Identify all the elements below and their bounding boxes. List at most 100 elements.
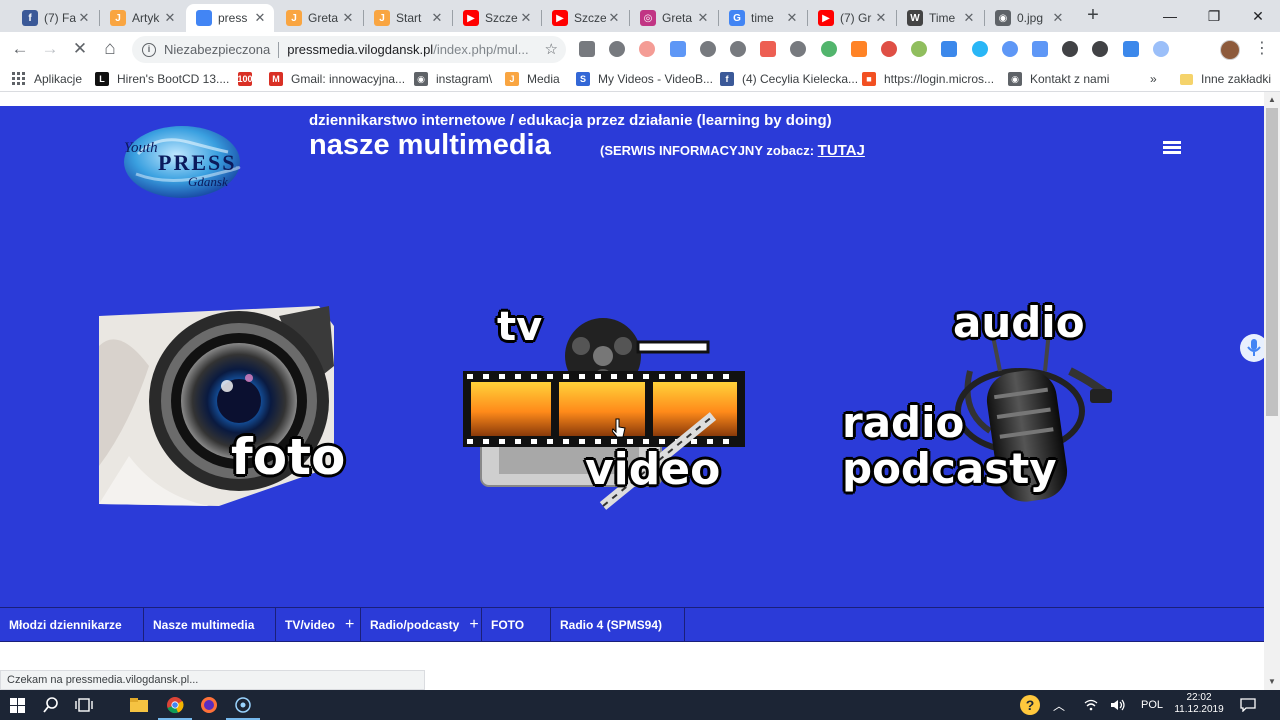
file-explorer-icon[interactable] bbox=[128, 694, 150, 716]
menu-item[interactable]: TV/video + bbox=[276, 608, 361, 641]
task-view-icon[interactable] bbox=[73, 694, 95, 716]
scroll-up-arrow-icon[interactable]: ▲ bbox=[1264, 92, 1280, 108]
heart-icon[interactable] bbox=[760, 41, 777, 57]
menu-item[interactable]: Radio 4 (SPMS94) bbox=[551, 608, 685, 641]
bookmark-item[interactable]: 100 bbox=[237, 70, 260, 88]
close-tab-icon[interactable]: ✕ bbox=[1050, 10, 1066, 26]
new-tab-button[interactable]: + bbox=[1083, 5, 1103, 26]
back-button[interactable]: ← bbox=[8, 37, 32, 61]
save-icon[interactable] bbox=[881, 41, 897, 57]
monitor-icon[interactable] bbox=[911, 41, 928, 57]
language-indicator[interactable]: POL bbox=[1141, 690, 1163, 720]
profile-avatar[interactable] bbox=[1220, 40, 1240, 60]
close-window-button[interactable]: ✕ bbox=[1236, 0, 1280, 32]
windows-start-icon[interactable] bbox=[6, 694, 28, 716]
close-tab-icon[interactable]: ✕ bbox=[252, 10, 268, 26]
close-tab-icon[interactable]: ✕ bbox=[162, 10, 178, 26]
browser-tab[interactable]: W Time ✕ bbox=[897, 4, 983, 32]
help-icon[interactable]: ? bbox=[1020, 690, 1040, 720]
chrome-taskbar-icon[interactable] bbox=[158, 694, 192, 720]
tv-label[interactable]: tv bbox=[497, 304, 542, 350]
info-icon[interactable]: i bbox=[142, 42, 156, 57]
bookmark-item[interactable]: L Hiren's BootCD 13.... bbox=[95, 70, 229, 88]
close-tab-icon[interactable]: ✕ bbox=[76, 10, 92, 26]
menu-item[interactable]: FOTO bbox=[482, 608, 551, 641]
loading-icon[interactable] bbox=[1152, 41, 1169, 57]
tutaj-link[interactable]: TUTAJ bbox=[818, 142, 865, 159]
browser-tab[interactable]: Gtime ✕ bbox=[719, 4, 806, 32]
chat-icon[interactable] bbox=[941, 41, 958, 57]
podcasty-label[interactable]: podcasty bbox=[842, 444, 1057, 493]
extension-icon[interactable] bbox=[730, 41, 746, 57]
menu-item[interactable]: Radio/podcasty + bbox=[361, 608, 482, 641]
app-taskbar-icon[interactable] bbox=[226, 694, 260, 720]
taskbar-clock[interactable]: 22:02 11.12.2019 bbox=[1170, 692, 1228, 716]
calendar-icon[interactable] bbox=[639, 41, 656, 57]
vpn-icon[interactable] bbox=[1062, 41, 1079, 57]
home-button[interactable]: ⌂ bbox=[98, 37, 122, 61]
close-tab-icon[interactable]: ✕ bbox=[961, 10, 977, 26]
bookmark-item[interactable]: J Media bbox=[505, 70, 560, 88]
video-label[interactable]: video bbox=[585, 444, 720, 495]
close-tab-icon[interactable]: ✕ bbox=[784, 10, 800, 26]
bookmark-item[interactable]: S My Videos - VideoB... bbox=[576, 70, 713, 88]
minimize-button[interactable]: — bbox=[1148, 0, 1192, 32]
browser-tab[interactable]: press ✕ bbox=[186, 4, 274, 32]
wifi-icon[interactable] bbox=[1084, 690, 1098, 720]
bookmark-item[interactable]: M Gmail: innowacyjna... bbox=[269, 70, 405, 88]
download-icon[interactable] bbox=[699, 41, 716, 57]
forward-button[interactable]: → bbox=[38, 37, 62, 61]
browser-tab[interactable]: J Start ✕ bbox=[364, 4, 451, 32]
volume-icon[interactable] bbox=[1110, 690, 1126, 720]
close-tab-icon[interactable]: ✕ bbox=[695, 10, 711, 26]
alert-icon[interactable] bbox=[850, 41, 867, 57]
browser-tab[interactable]: f (7) Fa ✕ bbox=[12, 4, 98, 32]
search-icon[interactable] bbox=[40, 694, 62, 716]
menu-item[interactable]: Nasze multimedia bbox=[144, 608, 276, 641]
bookmarks-overflow-button[interactable]: » bbox=[1150, 70, 1157, 88]
browser-tab[interactable]: J Artyk ✕ bbox=[100, 4, 184, 32]
restore-button[interactable]: ❐ bbox=[1192, 0, 1236, 32]
lt-icon[interactable] bbox=[1092, 41, 1109, 57]
bookmark-item[interactable]: ◉ Kontakt z nami bbox=[1008, 70, 1109, 88]
expand-plus-icon[interactable]: + bbox=[469, 616, 478, 634]
page-scrollbar[interactable]: ▲ ▼ bbox=[1264, 92, 1280, 690]
camera-icon[interactable] bbox=[609, 41, 626, 57]
tray-chevron-up-icon[interactable]: ︿ bbox=[1053, 690, 1065, 720]
bookmark-item[interactable]: ■ https://login.micros... bbox=[862, 70, 994, 88]
scrollbar-thumb[interactable] bbox=[1266, 108, 1278, 416]
notifications-icon[interactable] bbox=[1240, 690, 1256, 720]
mic-icon[interactable] bbox=[1032, 41, 1048, 57]
scroll-down-arrow-icon[interactable]: ▼ bbox=[1264, 674, 1280, 690]
reader-icon[interactable] bbox=[579, 41, 595, 57]
hamburger-menu-icon[interactable] bbox=[1163, 141, 1181, 155]
close-tab-icon[interactable]: ✕ bbox=[429, 10, 445, 26]
audio-label[interactable]: audio bbox=[953, 298, 1085, 347]
browser-tab[interactable]: ◎ Greta ✕ bbox=[630, 4, 717, 32]
b-icon[interactable] bbox=[1001, 41, 1018, 57]
other-bookmarks[interactable]: Inne zakładki bbox=[1180, 70, 1271, 88]
pocket-icon[interactable] bbox=[790, 41, 807, 57]
close-tab-icon[interactable]: ✕ bbox=[873, 10, 889, 26]
menu-item[interactable]: Młodzi dziennikarze bbox=[0, 608, 144, 641]
bookmark-item[interactable]: f (4) Cecylia Kielecka... bbox=[720, 70, 858, 88]
bookmark-item[interactable]: ◉ instagram\ bbox=[414, 70, 492, 88]
youth-press-logo[interactable]: Youth PRESS Gdansk bbox=[118, 124, 248, 200]
browser-tab[interactable]: ▶ Szcze ✕ bbox=[453, 4, 540, 32]
site-title[interactable]: nasze multimedia bbox=[309, 129, 551, 162]
translate-icon[interactable] bbox=[971, 41, 988, 57]
screenshot-icon[interactable] bbox=[669, 41, 686, 57]
close-tab-icon[interactable]: ✕ bbox=[518, 10, 534, 26]
foto-label[interactable]: foto bbox=[231, 428, 345, 486]
close-tab-icon[interactable]: ✕ bbox=[606, 10, 622, 26]
bookmark-item[interactable]: Aplikacje bbox=[12, 70, 82, 88]
stop-button[interactable]: ✕ bbox=[68, 37, 92, 61]
address-bar[interactable]: i Niezabezpieczona pressmedia.vilogdansk… bbox=[132, 36, 566, 63]
puzzle-icon[interactable] bbox=[820, 41, 837, 57]
bookmark-star-icon[interactable]: ☆ bbox=[545, 40, 558, 58]
circle-icon[interactable] bbox=[1122, 41, 1139, 57]
browser-tab[interactable]: ▶ Szcze ✕ bbox=[542, 4, 628, 32]
menu-kebab-icon[interactable]: ⋮ bbox=[1254, 40, 1270, 58]
radio-label[interactable]: radio bbox=[842, 398, 964, 447]
expand-plus-icon[interactable]: + bbox=[345, 616, 354, 634]
